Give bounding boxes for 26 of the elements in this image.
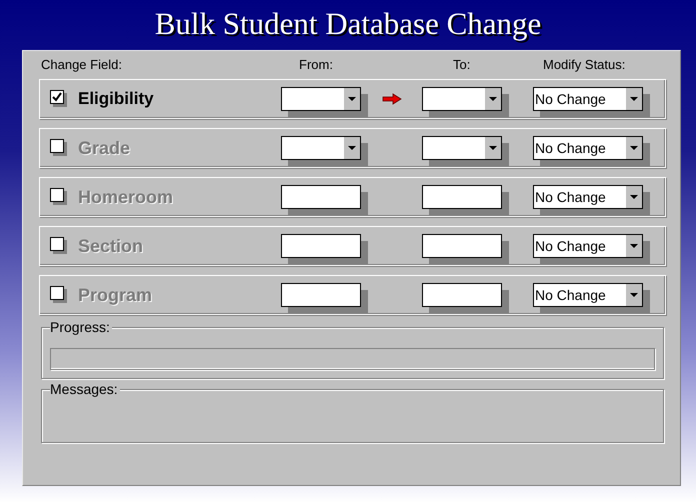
checkbox[interactable]	[50, 90, 64, 104]
column-header: To:	[453, 57, 470, 72]
dropdown-icon[interactable]	[625, 235, 642, 257]
group-label: Messages:	[50, 381, 120, 397]
dropdown-icon[interactable]	[484, 137, 501, 159]
window-title: Bulk Student Database Change	[154, 5, 542, 43]
dropdown-icon[interactable]	[625, 284, 642, 306]
checkbox[interactable]	[50, 237, 64, 251]
column-header: From:	[299, 57, 333, 72]
field-label: Homeroom	[77, 186, 174, 208]
dropdown-icon[interactable]	[484, 88, 501, 110]
dropdown-icon[interactable]	[625, 88, 642, 110]
dropdown-icon[interactable]	[343, 88, 360, 110]
dropdown-icon[interactable]	[625, 186, 642, 208]
checkbox[interactable]	[50, 188, 64, 202]
field-label: Grade	[77, 138, 132, 158]
dropdown-icon[interactable]	[343, 137, 360, 159]
checkbox[interactable]	[50, 139, 64, 153]
checkbox[interactable]	[50, 286, 64, 300]
field-label: Section	[77, 236, 144, 256]
field-label: Eligibility	[77, 89, 155, 109]
field-label: Program	[77, 284, 154, 306]
column-header: Change Field:	[41, 57, 122, 72]
dropdown-icon[interactable]	[625, 137, 642, 159]
column-header: Modify Status:	[543, 57, 626, 72]
group-label: Progress:	[50, 319, 112, 335]
